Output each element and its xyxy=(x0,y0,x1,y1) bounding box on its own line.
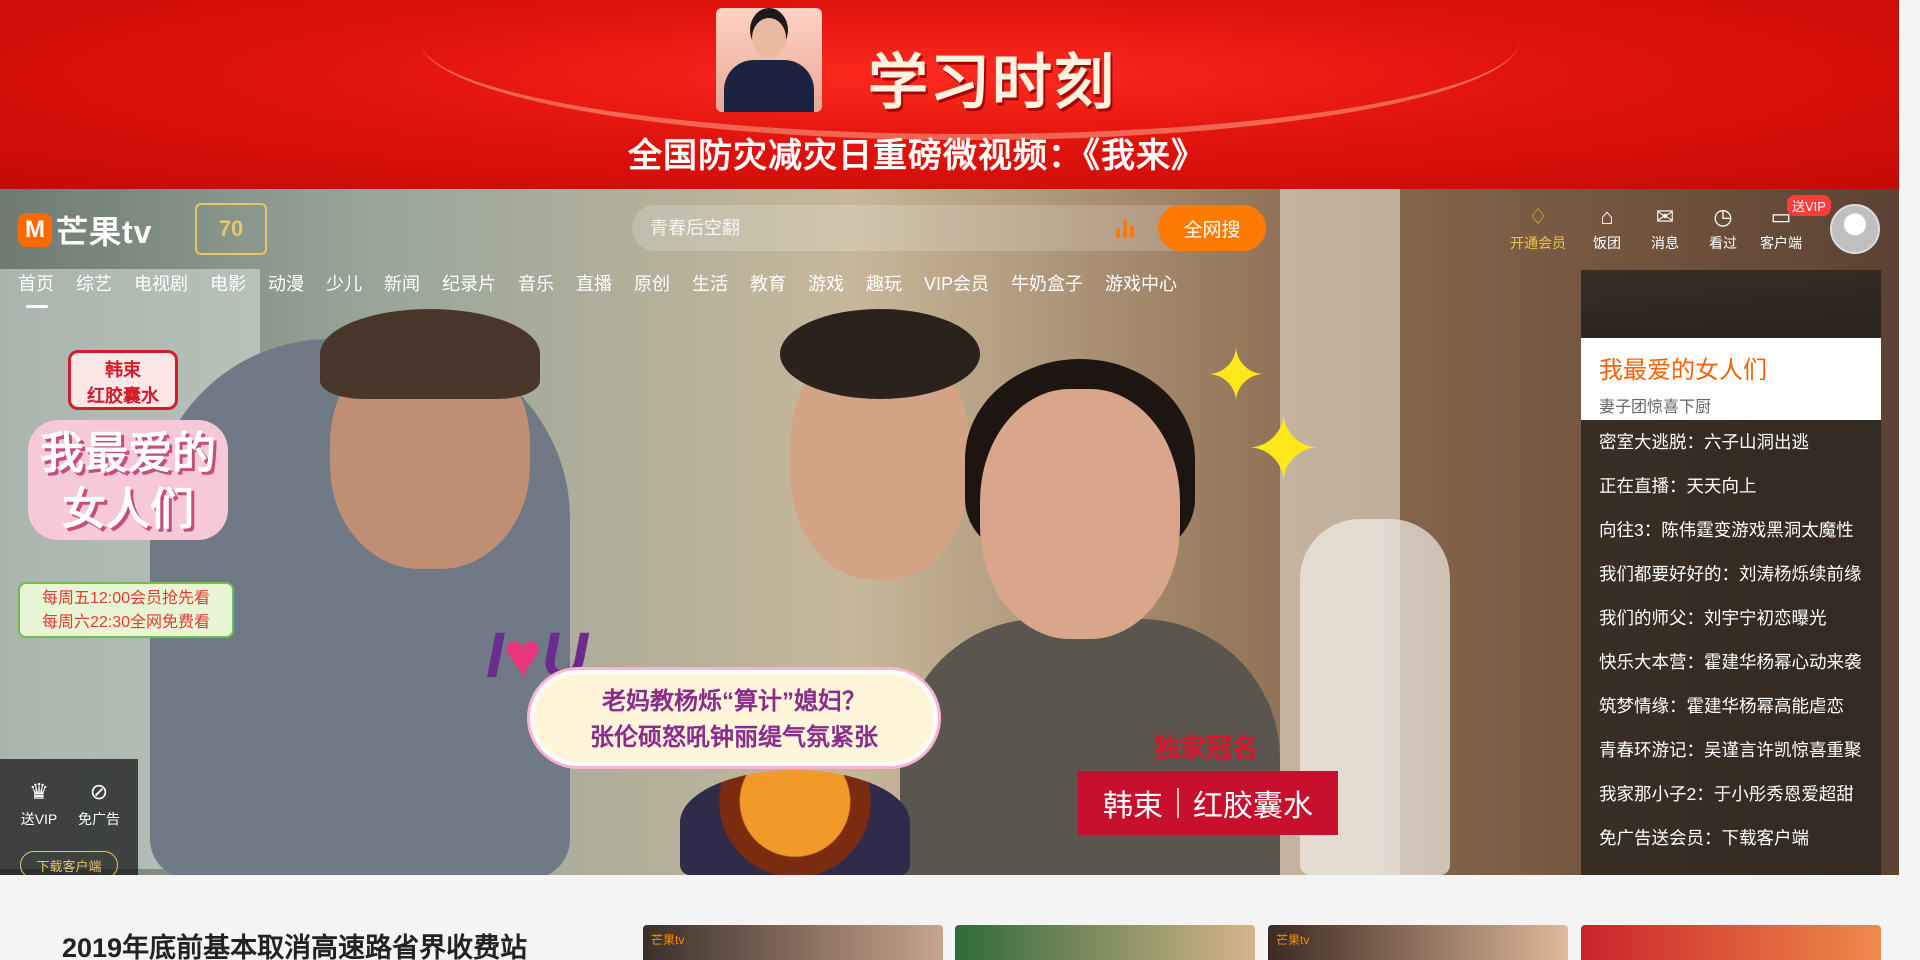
show-title-logo: 我最爱的女人们 xyxy=(28,420,228,540)
top-promo-banner[interactable]: 学习时刻 全国防灾减灾日重磅微视频：《我来》 xyxy=(0,0,1899,189)
sponsor-brand-tag: 韩束 红胶囊水 xyxy=(68,350,178,410)
video-thumbnail[interactable] xyxy=(1581,925,1881,960)
no-ads-item[interactable]: ⊘ 免广告 xyxy=(74,779,124,829)
nav-item-news[interactable]: 新闻 xyxy=(384,270,420,296)
rec-list: 密室大逃脱：六子山洞出逃 正在直播：天天向上 向往3：陈伟霆变游戏黑洞太魔性 我… xyxy=(1581,420,1881,860)
thumb-watermark: 芒果tv xyxy=(651,933,685,947)
user-toolbar: ♢ 开通会员 ⌂ 饭团 ✉ 消息 ◷ 看过 ▭ 送VIP 客户端 xyxy=(1505,195,1831,253)
broadcast-schedule: 每周五12:00会员抢先看 每周六22:30全网免费看 xyxy=(18,582,234,638)
schedule-line-2: 每周六22:30全网免费看 xyxy=(41,614,211,631)
heart-icon: ♥ xyxy=(503,619,542,691)
rec-featured-subtitle: 妻子团惊喜下厨 xyxy=(1599,399,1712,416)
crown-icon: ♛ xyxy=(29,779,49,804)
rec-list-item[interactable]: 正在直播：天天向上 xyxy=(1581,464,1881,508)
gift-vip-item[interactable]: ♛ 送VIP xyxy=(14,779,64,829)
nav-item-home[interactable]: 首页 xyxy=(18,270,54,308)
sponsor-brand-box: 韩束 红胶囊水 xyxy=(1078,771,1338,835)
search-input[interactable] xyxy=(650,205,1110,251)
rec-featured-item[interactable]: 我最爱的女人们 妻子团惊喜下厨 xyxy=(1581,338,1881,420)
gift-vip-badge: 送VIP xyxy=(1787,195,1831,216)
fantuan-button[interactable]: ⌂ 饭团 xyxy=(1585,205,1629,253)
rec-list-item[interactable]: 快乐大本营：霍建华杨幂心动来袭 xyxy=(1581,640,1881,684)
divider xyxy=(1177,788,1179,818)
nav-item-education[interactable]: 教育 xyxy=(750,270,786,296)
nav-item-fun[interactable]: 趣玩 xyxy=(866,270,902,296)
nav-item-vip[interactable]: VIP会员 xyxy=(924,270,989,296)
sparkle-icon: ✦ xyxy=(1245,399,1323,501)
nav-item-original[interactable]: 原创 xyxy=(634,270,670,296)
show-promo-sticker: 韩束 红胶囊水 我最爱的女人们 每周五12:00会员抢先看 每周六22:30全网… xyxy=(18,350,234,640)
rec-list-item[interactable]: 免广告送会员：下载客户端 xyxy=(1581,816,1881,860)
messages-label: 消息 xyxy=(1651,235,1679,251)
search-bar: 全网搜 xyxy=(632,205,1266,251)
thumb-watermark: 芒果tv xyxy=(1276,933,1310,947)
rec-list-item[interactable]: 我们的师父：刘宇宁初恋曝光 xyxy=(1581,596,1881,640)
banner-portrait xyxy=(716,8,822,112)
exclusive-sponsor-label: 独家冠名 xyxy=(1154,733,1259,763)
home-icon: ⌂ xyxy=(1600,204,1614,229)
voice-search-icon[interactable] xyxy=(1116,218,1138,238)
banner-title: 学习时刻 xyxy=(868,49,1116,116)
title-sponsor: 独家冠名 韩束 红胶囊水 xyxy=(1078,728,1338,835)
anniversary-badge-number: 70 xyxy=(218,216,244,241)
no-ads-label: 免广告 xyxy=(78,811,120,827)
user-avatar[interactable] xyxy=(1830,204,1880,254)
news-headline[interactable]: 2019年底前基本取消高速路省界收费站 xyxy=(62,926,527,960)
mango-logo-icon: M xyxy=(18,213,52,247)
nav-item-music[interactable]: 音乐 xyxy=(518,270,554,296)
banner-subtitle[interactable]: 全国防灾减灾日重磅微视频：《我来》 xyxy=(628,128,1206,177)
open-vip-label: 开通会员 xyxy=(1510,235,1566,251)
sponsor-brand-name: 韩束 xyxy=(1103,790,1163,823)
open-vip-button[interactable]: ♢ 开通会员 xyxy=(1505,205,1571,253)
client-download-button[interactable]: ▭ 送VIP 客户端 xyxy=(1759,195,1831,253)
gift-vip-label: 送VIP xyxy=(20,811,58,827)
clock-icon: ◷ xyxy=(1713,204,1733,229)
site-logo[interactable]: M 芒果tv xyxy=(18,207,152,253)
video-thumbnail[interactable] xyxy=(955,925,1255,960)
client-label: 客户端 xyxy=(1760,235,1802,251)
carousel-recommend-panel: 我最爱的女人们 妻子团惊喜下厨 密室大逃脱：六子山洞出逃 正在直播：天天向上 向… xyxy=(1581,270,1881,875)
nav-item-kids[interactable]: 少儿 xyxy=(326,270,362,296)
video-thumbnail[interactable]: 芒果tv xyxy=(643,925,943,960)
search-button[interactable]: 全网搜 xyxy=(1158,205,1266,251)
rec-featured-title: 我最爱的女人们 xyxy=(1599,357,1767,384)
rec-list-item[interactable]: 我们都要好好的：刘涛杨烁续前缘 xyxy=(1581,552,1881,596)
mail-icon: ✉ xyxy=(1655,204,1675,229)
episode-caption-bubble: 老妈教杨烁“算计”媳妇？ 张伦硕怒吼钟丽缇气氛紧张 xyxy=(530,670,938,766)
schedule-line-1: 每周五12:00会员抢先看 xyxy=(41,590,211,607)
nav-item-movies[interactable]: 电影 xyxy=(210,270,246,296)
caption-line-2: 张伦硕怒吼钟丽缇气氛紧张 xyxy=(590,724,878,751)
history-button[interactable]: ◷ 看过 xyxy=(1701,205,1745,253)
rec-list-item[interactable]: 筑梦情缘：霍建华杨幂高能虐恋 xyxy=(1581,684,1881,728)
nav-item-life[interactable]: 生活 xyxy=(692,270,728,296)
rec-list-item[interactable]: 向往3：陈伟霆变游戏黑洞太魔性 xyxy=(1581,508,1881,552)
main-nav: 首页 综艺 电视剧 电影 动漫 少儿 新闻 纪录片 音乐 直播 原创 生活 教育… xyxy=(18,270,1177,308)
rec-list-item[interactable]: 青春环游记：吴谨言许凯惊喜重聚 xyxy=(1581,728,1881,772)
nav-item-documentary[interactable]: 纪录片 xyxy=(442,270,496,296)
sponsor-product-name: 红胶囊水 xyxy=(1193,790,1313,823)
love-tag-i: I xyxy=(486,619,504,691)
nav-item-milk-box[interactable]: 牛奶盒子 xyxy=(1011,270,1083,296)
logo-text: 芒果tv xyxy=(56,214,153,250)
no-ad-icon: ⊘ xyxy=(89,779,109,804)
fantuan-label: 饭团 xyxy=(1593,235,1621,251)
nav-item-game-center[interactable]: 游戏中心 xyxy=(1105,270,1177,296)
messages-button[interactable]: ✉ 消息 xyxy=(1643,205,1687,253)
nav-item-anime[interactable]: 动漫 xyxy=(268,270,304,296)
nav-item-variety[interactable]: 综艺 xyxy=(76,270,112,296)
food-plate-image xyxy=(680,770,910,875)
rec-list-item[interactable]: 我家那小子2：于小彤秀恩爱超甜 xyxy=(1581,772,1881,816)
rec-list-item[interactable]: 密室大逃脱：六子山洞出逃 xyxy=(1581,420,1881,464)
nav-item-games[interactable]: 游戏 xyxy=(808,270,844,296)
anniversary-badge: 70 xyxy=(195,203,267,255)
nav-item-live[interactable]: 直播 xyxy=(576,270,612,296)
nav-item-tv-series[interactable]: 电视剧 xyxy=(134,270,188,296)
diamond-icon: ♢ xyxy=(1528,204,1548,229)
caption-line-1: 老妈教杨烁“算计”媳妇？ xyxy=(602,688,866,715)
video-thumbnail[interactable]: 芒果tv xyxy=(1268,925,1568,960)
history-label: 看过 xyxy=(1709,235,1737,251)
